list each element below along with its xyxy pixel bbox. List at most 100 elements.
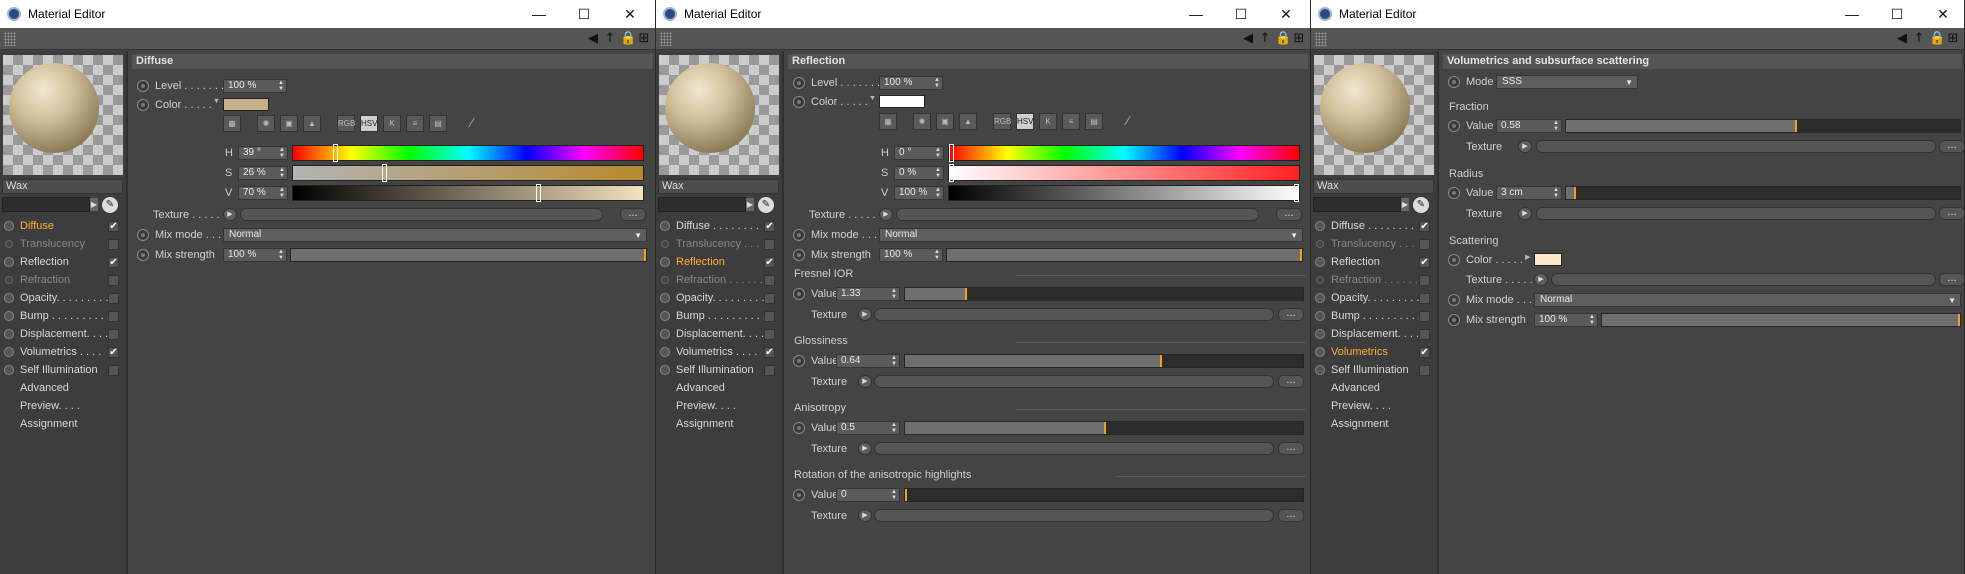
close-button[interactable]: ✕ (616, 3, 644, 25)
image-icon[interactable]: ▣ (280, 115, 298, 132)
channel-radio-icon[interactable] (661, 240, 669, 248)
mix-strength-slider[interactable] (290, 248, 647, 262)
channel-checkbox[interactable] (1419, 329, 1430, 340)
channel-radio-icon[interactable] (5, 240, 13, 248)
hsv-mode-icon[interactable]: HSV (360, 115, 378, 132)
panel-item[interactable]: Assignment (656, 415, 782, 433)
hsv-mode-icon[interactable]: HSV (1016, 113, 1034, 130)
animate-radio-icon[interactable] (137, 80, 149, 92)
maximize-button[interactable]: ☐ (1227, 3, 1255, 25)
mix-strength-input[interactable]: 100 % ▲ ▼ (879, 248, 943, 262)
up-arrow-icon[interactable]: ↑ (1912, 32, 1926, 46)
panel-item[interactable]: Preview. . . . (656, 397, 782, 415)
texture-browse-button[interactable]: ... (1278, 308, 1304, 321)
channel-item[interactable]: Reflection (0, 253, 126, 271)
back-arrow-icon[interactable]: ◀ (586, 32, 600, 46)
material-preview[interactable] (1314, 55, 1434, 175)
animate-radio-icon[interactable] (793, 96, 805, 108)
mix-strength-slider[interactable] (1601, 313, 1961, 327)
channel-checkbox[interactable] (108, 221, 119, 232)
panel-item[interactable]: Advanced (0, 379, 126, 397)
texture-browse-button[interactable]: ... (1939, 207, 1964, 220)
channel-item[interactable]: Bump . . . . . . . . . . (656, 307, 782, 325)
texture-slot[interactable] (896, 208, 1259, 221)
spectrum-icon[interactable]: ✺ (257, 115, 275, 132)
channel-checkbox[interactable] (1419, 311, 1430, 322)
texture-menu-icon[interactable]: ▶ (1518, 207, 1532, 220)
level-input[interactable]: 100 % ▲ ▼ (223, 79, 287, 93)
panel-item[interactable]: Advanced (656, 379, 782, 397)
channel-item[interactable]: Opacity. . . . . . . . . (0, 289, 126, 307)
level-input[interactable]: 100 % ▲ ▼ (879, 76, 943, 90)
channel-radio-icon[interactable] (1315, 293, 1325, 303)
channel-checkbox[interactable] (1419, 275, 1430, 286)
channel-item[interactable]: Opacity. . . . . . . . . (656, 289, 782, 307)
color-expand-icon[interactable]: ▼ (869, 95, 876, 102)
channel-radio-icon[interactable] (4, 311, 14, 321)
texture-browse-button[interactable]: ... (1939, 273, 1964, 286)
radius-slider[interactable] (1565, 186, 1961, 200)
channel-item[interactable]: Diffuse . . . . . . . . (656, 217, 782, 235)
texture-menu-icon[interactable]: ▶ (858, 442, 872, 455)
hue-knob[interactable] (333, 144, 338, 162)
animate-radio-icon[interactable] (793, 288, 805, 300)
spectrum-icon[interactable]: ✺ (913, 113, 931, 130)
value-slider[interactable] (948, 184, 1300, 202)
channel-checkbox[interactable] (108, 311, 119, 322)
value-knob[interactable] (536, 184, 541, 202)
material-name-field[interactable]: Wax (658, 179, 779, 194)
channel-radio-icon[interactable] (660, 347, 670, 357)
animate-radio-icon[interactable] (793, 77, 805, 89)
channel-radio-icon[interactable] (1316, 240, 1324, 248)
radius-input[interactable]: 3 cm ▲ ▼ (1496, 186, 1562, 200)
channel-item[interactable]: Opacity. . . . . . . . . (1311, 289, 1437, 307)
channel-checkbox[interactable] (1419, 347, 1430, 358)
spinner-icon[interactable]: ▲ ▼ (1553, 120, 1559, 132)
new-panel-icon[interactable]: ⊞ (637, 32, 651, 46)
texture-slot[interactable] (874, 375, 1274, 388)
mix-mode-dropdown[interactable]: Normal ▼ (223, 228, 647, 242)
texture-menu-icon[interactable]: ▶ (858, 509, 872, 522)
animate-radio-icon[interactable] (1448, 294, 1460, 306)
channel-checkbox[interactable] (764, 239, 775, 250)
spinner-icon[interactable]: ▲ ▼ (279, 167, 285, 179)
new-panel-icon[interactable]: ⊞ (1292, 32, 1306, 46)
slider-handle[interactable] (964, 288, 967, 300)
texture-menu-icon[interactable]: ▶ (858, 308, 872, 321)
texture-browse-button[interactable]: ... (1278, 375, 1304, 388)
channel-radio-icon[interactable] (4, 293, 14, 303)
texture-slot[interactable] (1536, 140, 1936, 153)
swatches-icon[interactable]: ▤ (1085, 113, 1103, 130)
spinner-icon[interactable]: ▲ ▼ (1589, 314, 1595, 326)
texture-menu-icon[interactable]: ▶ (1518, 140, 1532, 153)
panel-item[interactable]: Preview. . . . (0, 397, 126, 415)
lock-icon[interactable]: 🔒 (620, 32, 636, 46)
slider-handle[interactable] (1300, 249, 1302, 261)
mixer-icon[interactable]: ≡ (406, 115, 424, 132)
panel-item[interactable]: Assignment (1311, 415, 1437, 433)
slider-handle[interactable] (905, 489, 907, 501)
hue-input[interactable]: 0 ° ▲ ▼ (894, 146, 944, 160)
texture-menu-icon[interactable]: ▶ (223, 208, 237, 221)
channel-item[interactable]: Volumetrics . . . . (0, 343, 126, 361)
color-swatch[interactable] (223, 98, 269, 111)
rgb-mode-icon[interactable]: RGB (337, 115, 355, 132)
channel-checkbox[interactable] (764, 365, 775, 376)
channel-item[interactable]: Bump . . . . . . . . . . (0, 307, 126, 325)
animate-radio-icon[interactable] (1448, 314, 1460, 326)
slider-handle[interactable] (1958, 314, 1960, 326)
channel-radio-icon[interactable] (4, 365, 14, 375)
eyedropper-icon[interactable]: ⁄ (463, 115, 481, 132)
spinner-icon[interactable]: ▲ ▼ (935, 187, 941, 199)
channel-radio-icon[interactable] (1315, 347, 1325, 357)
drag-grip-icon[interactable] (4, 32, 16, 46)
hue-slider[interactable] (948, 144, 1300, 162)
channel-checkbox[interactable] (108, 275, 119, 286)
channel-checkbox[interactable] (108, 293, 119, 304)
mix-mode-dropdown[interactable]: Normal ▼ (879, 228, 1303, 242)
animate-radio-icon[interactable] (793, 229, 805, 241)
channel-checkbox[interactable] (764, 293, 775, 304)
channel-checkbox[interactable] (764, 275, 775, 286)
animate-radio-icon[interactable] (137, 99, 149, 111)
value-input[interactable]: 100 % ▲ ▼ (894, 186, 944, 200)
